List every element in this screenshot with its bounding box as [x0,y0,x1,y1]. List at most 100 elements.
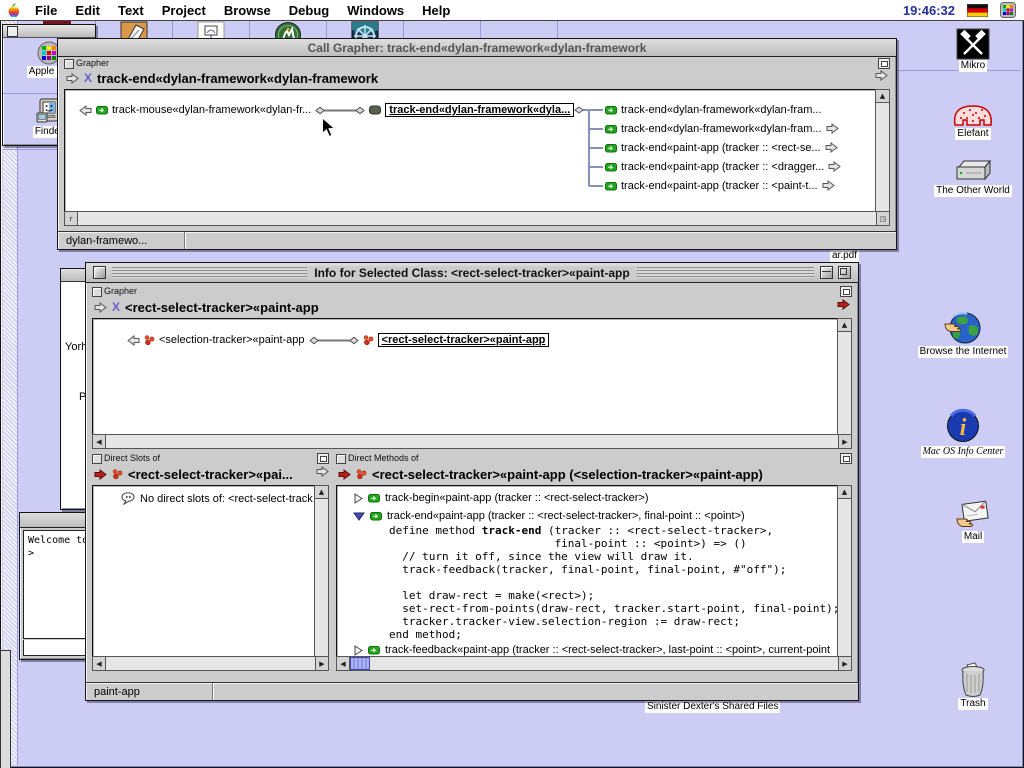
parent-class-label[interactable]: <selection-tracker>«paint-app [159,334,305,346]
no-slots-row: No direct slots of: <rect-select-track [121,492,313,505]
disclosure-closed-icon[interactable] [353,493,363,504]
callee-node-label[interactable]: track-end«paint-app (tracker :: <paint-t… [621,180,818,192]
red-arrow-icon[interactable] [94,469,107,480]
desktop-icon-label: Mikro [959,60,987,72]
callee-node[interactable]: track-end«paint-app (tracker :: <paint-t… [605,177,835,194]
expand-right-arrow-icon[interactable] [822,180,835,191]
pane-collapse-box[interactable] [92,454,102,464]
menu-help[interactable]: Help [413,3,459,18]
menu-project[interactable]: Project [153,3,215,18]
apple-menu-icon[interactable] [0,2,26,18]
callee-node[interactable]: track-end«dylan-framework«dylan-fram... [605,120,839,137]
callee-node-label[interactable]: track-end«paint-app (tracker :: <dragger… [621,161,824,173]
x-close-graph-icon[interactable]: X [84,71,92,85]
callee-node[interactable]: track-end«paint-app (tracker :: <dragger… [605,158,841,175]
header-red-arrow[interactable] [837,299,850,310]
red-arrow-icon[interactable] [338,469,351,480]
expand-left-arrow-icon[interactable] [127,335,140,346]
caller-node[interactable]: track-mouse«dylan-framework«dylan-fr... … [79,103,574,117]
desktop-icon-mikro[interactable]: Mikro [930,28,1016,72]
direct-slots-list[interactable]: No direct slots of: <rect-select-track [92,485,315,658]
desktop-icon-trash[interactable]: Trash [930,662,1016,710]
pane-label: Direct Methods of [348,453,419,463]
pane-window-icon[interactable] [840,286,852,297]
menu-debug[interactable]: Debug [280,3,338,18]
scroll-thumb[interactable] [350,657,370,670]
call-graph-vscrollbar[interactable]: ▲ [875,89,890,213]
menu-text[interactable]: Text [109,3,153,18]
method-row[interactable]: track-feedback«paint-app (tracker :: <re… [353,644,830,656]
keyboard-layout-flag-icon[interactable] [967,4,988,17]
selected-class-label[interactable]: <rect-select-tracker>«paint-app [378,333,550,347]
callee-node[interactable]: track-end«paint-app (tracker :: <rect-se… [605,139,838,156]
menu-file[interactable]: File [26,3,66,18]
pane-window-icon[interactable] [878,58,890,69]
x-close-graph-icon[interactable]: X [112,300,120,314]
methods-hscrollbar[interactable]: ◀▶ [336,656,852,671]
method-icon [605,105,617,115]
palette-close-box[interactable] [7,26,18,37]
expand-left-arrow-icon[interactable] [79,105,92,116]
ar-pdf-file-label[interactable]: ar.pdf [830,250,859,262]
call-grapher-title: Call Grapher: track-end«dylan-framework«… [301,41,654,55]
shared-files-label[interactable]: Sinister Dexter's Shared Files [645,701,780,713]
pane-collapse-box[interactable] [336,454,346,464]
expand-right-arrow-icon[interactable] [825,142,838,153]
application-menu-icon[interactable] [1000,2,1016,18]
expand-right-arrow-icon[interactable] [828,161,841,172]
class-info-window[interactable]: Info for Selected Class: <rect-select-tr… [85,262,859,701]
disclosure-closed-icon[interactable] [353,645,363,656]
close-box[interactable] [93,266,106,279]
call-grapher-titlebar[interactable]: Call Grapher: track-end«dylan-framework«… [58,39,896,57]
header-right-arrow[interactable] [316,466,329,477]
methods-vscrollbar[interactable]: ▲ [837,485,852,658]
menubar-clock[interactable]: 19:46:32 [903,3,955,18]
callee-node-label[interactable]: track-end«dylan-framework«dylan-fram... [621,104,822,116]
class-graph-row[interactable]: <selection-tracker>«paint-app <rect-sele… [127,333,549,347]
menu-edit[interactable]: Edit [66,3,109,18]
info-window-titlebar[interactable]: Info for Selected Class: <rect-select-tr… [86,263,858,283]
menu-browse[interactable]: Browse [215,3,280,18]
caller-node-label[interactable]: track-mouse«dylan-framework«dylan-fr... [112,104,311,116]
call-graph-hscrollbar[interactable]: r◳ [64,211,890,226]
header-right-arrow[interactable] [875,70,888,81]
menu-windows[interactable]: Windows [338,3,413,18]
zoom-box[interactable] [838,266,851,279]
callee-node[interactable]: track-end«dylan-framework«dylan-fram... [605,101,822,118]
slots-hscrollbar[interactable]: ◀▶ [92,656,329,671]
desktop-icon-mail[interactable]: Mail [930,499,1016,543]
direct-methods-list[interactable]: track-begin«paint-app (tracker :: <rect-… [336,485,838,658]
selected-node-label[interactable]: track-end«dylan-framework«dyla... [385,103,574,117]
pane-window-icon[interactable] [317,453,329,464]
class-grapher-pane: Grapher X <rect-select-tracker>«paint-ap… [90,286,854,449]
call-graph-canvas[interactable]: track-mouse«dylan-framework«dylan-fr... … [64,89,876,213]
callee-node-label[interactable]: track-end«dylan-framework«dylan-fram... [621,123,822,135]
method-signature[interactable]: track-begin«paint-app (tracker :: <rect-… [385,492,649,504]
palette-titlebar[interactable] [3,25,95,38]
direct-slots-header: <rect-select-tracker>«pai... [94,464,315,484]
desktop-icon-browse-the-internet[interactable]: Browse the Internet [899,310,1024,358]
pane-window-icon[interactable] [840,453,852,464]
nav-arrow-icon[interactable] [66,73,79,84]
desktop-icon-label: Browse the Internet [918,346,1009,358]
call-grapher-window[interactable]: Call Grapher: track-end«dylan-framework«… [57,38,897,250]
class-graph-hscrollbar[interactable]: ◀▶ [92,434,852,449]
expand-right-arrow-icon[interactable] [826,123,839,134]
pane-label: Grapher [104,286,137,296]
callee-tree-bracket [574,101,604,193]
method-row[interactable]: track-end«paint-app (tracker :: <rect-se… [353,510,745,522]
desktop-icon-elefant[interactable]: Elefant [932,98,1014,140]
pane-collapse-box[interactable] [92,287,102,297]
windowshade-box[interactable] [820,266,833,279]
class-graph-vscrollbar[interactable]: ▲ [837,318,852,436]
method-signature[interactable]: track-end«paint-app (tracker :: <rect-se… [387,510,745,522]
disclosure-open-icon[interactable] [353,511,365,521]
method-signature[interactable]: track-feedback«paint-app (tracker :: <re… [385,644,830,656]
callee-node-label[interactable]: track-end«paint-app (tracker :: <rect-se… [621,142,821,154]
method-row[interactable]: track-begin«paint-app (tracker :: <rect-… [353,492,649,504]
nav-arrow-icon[interactable] [94,302,107,313]
slots-vscrollbar[interactable]: ▲ [314,485,329,658]
desktop-icon-mac-os-info-center[interactable]: iMac OS Info Center [899,408,1024,458]
desktop-icon-the-other-world[interactable]: The Other World [912,157,1024,197]
class-graph-canvas[interactable]: <selection-tracker>«paint-app <rect-sele… [92,318,838,436]
